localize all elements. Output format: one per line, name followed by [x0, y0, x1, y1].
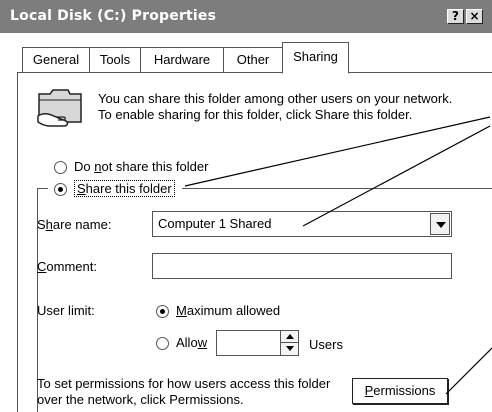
share-name-label: Share name:	[37, 217, 112, 232]
tab-hardware[interactable]: Hardware	[140, 47, 224, 73]
do-not-share-radio[interactable]	[54, 161, 67, 174]
allow-label[interactable]: Allow	[176, 335, 207, 350]
users-label: Users	[309, 337, 343, 352]
comment-field[interactable]	[152, 253, 452, 279]
tab-tools[interactable]: Tools	[89, 47, 141, 73]
permissions-info-text: To set permissions for how users access …	[37, 376, 331, 407]
tab-other[interactable]: Other	[223, 47, 283, 73]
comment-label: Comment:	[37, 259, 97, 274]
allow-users-radio[interactable]	[156, 337, 169, 350]
tab-sharing[interactable]: Sharing	[282, 42, 349, 74]
share-this-folder-radio[interactable]	[54, 183, 67, 196]
share-name-value: Computer 1 Shared	[158, 216, 272, 231]
tab-general[interactable]: General	[22, 47, 90, 73]
spin-down-icon[interactable]	[280, 343, 298, 355]
close-button[interactable]: ×	[466, 9, 483, 24]
maximum-allowed-label[interactable]: Maximum allowed	[176, 303, 280, 318]
window-title: Local Disk (C:) Properties	[10, 8, 217, 24]
permissions-button[interactable]: Permissions	[352, 378, 448, 404]
title-bar: Local Disk (C:) Properties ? ×	[0, 0, 492, 33]
chevron-down-icon[interactable]	[430, 213, 450, 235]
user-limit-label: User limit:	[37, 303, 95, 318]
spin-up-icon[interactable]	[280, 331, 298, 343]
user-count-stepper[interactable]	[216, 330, 299, 356]
sharing-info-text: You can share this folder among other us…	[98, 91, 453, 122]
shared-folder-icon	[36, 86, 86, 135]
do-not-share-label[interactable]: Do not share this folder	[74, 159, 208, 174]
share-name-dropdown[interactable]: Computer 1 Shared	[152, 211, 452, 237]
share-this-folder-label[interactable]: Share this folder	[74, 180, 175, 197]
maximum-allowed-radio[interactable]	[156, 305, 169, 318]
help-button[interactable]: ?	[447, 9, 464, 24]
